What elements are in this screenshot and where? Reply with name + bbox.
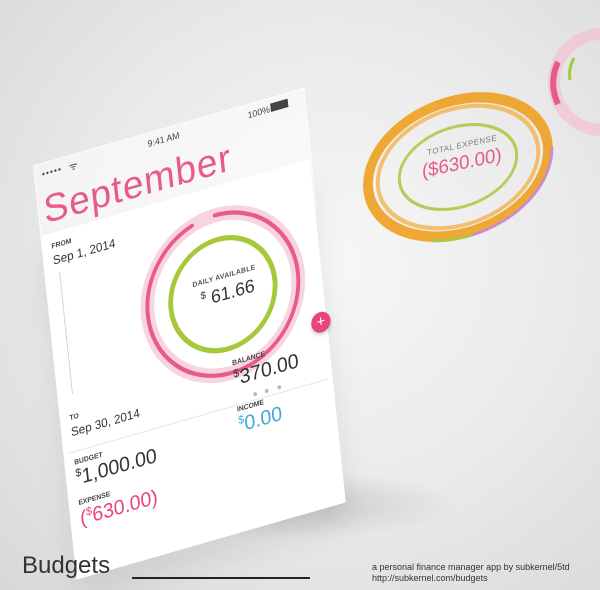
website-link[interactable]: http://subkernel.com/budgets (372, 573, 488, 583)
signal-icon: ••••• (41, 163, 63, 180)
brand-title: Budgets (22, 552, 111, 579)
page-dot[interactable] (265, 388, 270, 394)
wifi-icon: ᯤ (68, 160, 79, 174)
brand-underline (132, 577, 310, 579)
battery-icon (270, 98, 289, 112)
page-dot[interactable] (276, 384, 282, 390)
battery-percentage: 100% (247, 104, 271, 121)
app-showcase: TOTAL EXPENSE ($630.00) ••••• ᯤ 9:41 AM … (0, 0, 600, 590)
currency-symbol: $ (200, 289, 207, 303)
tagline: a personal finance manager app by subker… (372, 562, 570, 572)
page-dot[interactable] (253, 391, 258, 397)
phone-screen: ••••• ᯤ 9:41 AM 100% September FROM Sep … (33, 11, 437, 580)
